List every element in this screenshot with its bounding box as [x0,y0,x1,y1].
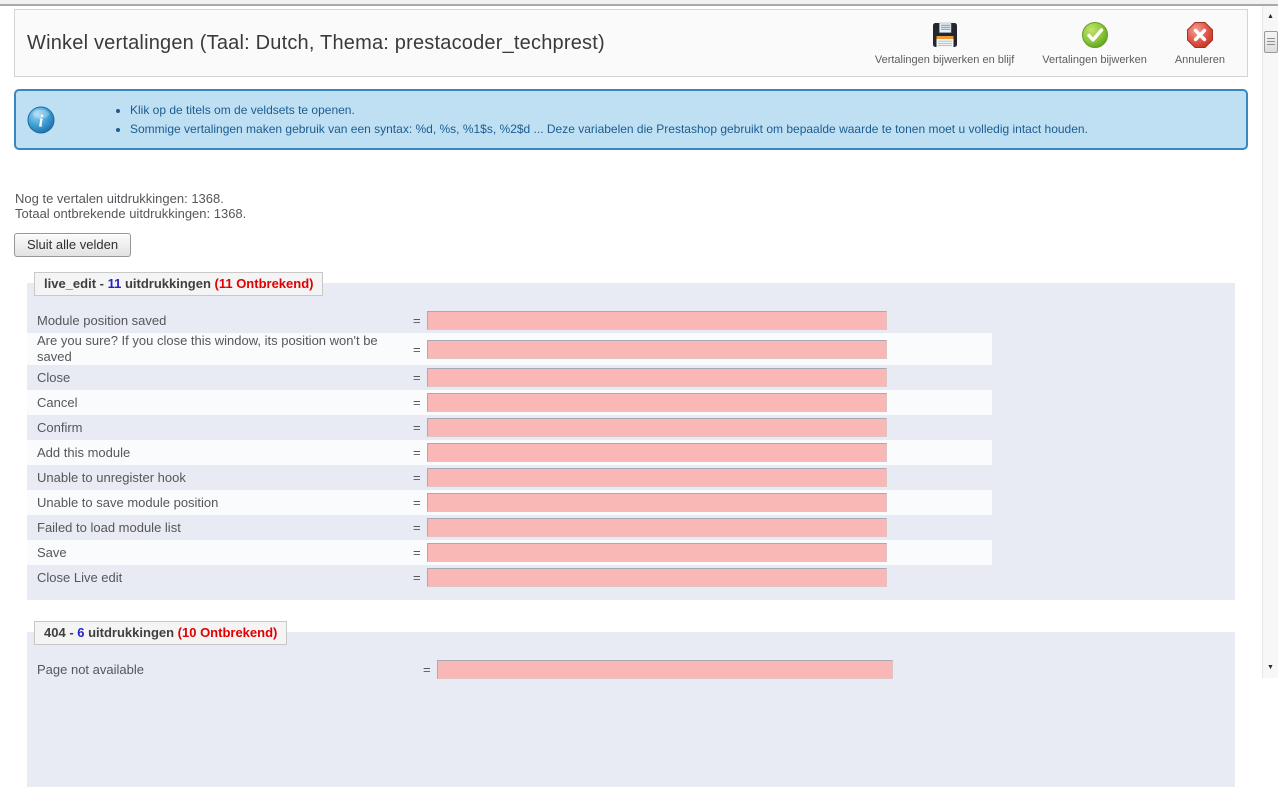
close-all-fields-button[interactable]: Sluit alle velden [14,233,132,257]
equals-sign: = [413,313,421,328]
translation-input[interactable] [427,368,887,387]
translation-input[interactable] [427,568,887,587]
translation-input[interactable] [427,443,887,462]
legend-unit: uitdrukkingen [84,625,178,640]
translation-row: Confirm = [27,415,992,440]
translation-source-label: Failed to load module list [37,519,181,535]
cancel-button[interactable]: Annuleren [1175,20,1225,66]
translation-source-label: Confirm [37,419,83,435]
translation-row: Close = [27,365,992,390]
translation-input[interactable] [427,418,887,437]
equals-sign: = [413,370,421,385]
translation-source-label: Cancel [37,394,78,410]
page-content: Winkel vertalingen (Taal: Dutch, Thema: … [0,9,1262,787]
equals-sign: = [423,662,431,677]
translation-row-list: Page not available = [27,657,1235,682]
translation-row: Module position saved = [27,308,992,333]
cancel-octagon-icon [1185,20,1215,50]
translation-source-label: Close [37,369,71,385]
legend-name: live_edit [44,276,97,291]
legend-missing-count: (11 Ontbrekend) [214,276,314,291]
translation-source-label: Unable to unregister hook [37,469,186,485]
translation-input[interactable] [427,468,887,487]
translation-row-list: Module position saved = Are you sure? If… [27,308,1235,590]
translation-row: Unable to unregister hook = [27,465,992,490]
legend-name: 404 [44,625,66,640]
header-toolbar: Vertalingen bijwerken en blijf Vertaling… [847,20,1225,66]
translation-row: Cancel = [27,390,992,415]
stats-missing-total: Totaal ontbrekende uitdrukkingen: 1368. [15,206,247,221]
translation-input[interactable] [427,493,887,512]
vertical-scrollbar[interactable]: ▲ ▼ [1262,6,1278,678]
fieldset-404-legend[interactable]: 404 - 6 uitdrukkingen (10 Ontbrekend) [34,621,288,645]
translation-row: Page not available = [27,657,992,682]
translation-row: Unable to save module position = [27,490,992,515]
fieldset-404: 404 - 6 uitdrukkingen (10 Ontbrekend) Pa… [27,621,1235,787]
translation-source-label: Save [37,544,67,560]
translation-source-label: Add this module [37,444,131,460]
check-circle-icon [1080,20,1110,50]
info-bullet: Klik op de titels om de veldsets te open… [130,101,1088,120]
translation-source-label: Close Live edit [37,569,123,585]
equals-sign: = [413,520,421,535]
save-button[interactable]: Vertalingen bijwerken [1042,20,1147,66]
translation-row: Failed to load module list = [27,515,992,540]
equals-sign: = [413,395,421,410]
equals-sign: = [413,445,421,460]
svg-text:i: i [39,111,44,130]
stats-remaining: Nog te vertalen uitdrukkingen: 1368. [15,191,224,206]
cancel-label: Annuleren [1174,54,1225,66]
floppy-disk-icon [930,20,960,50]
translation-row: Are you sure? If you close this window, … [27,333,992,365]
translation-input[interactable] [427,393,887,412]
legend-separator: - [65,625,78,640]
translation-source-label: Unable to save module position [37,494,219,510]
translation-input[interactable] [427,518,887,537]
info-bullet: Sommige vertalingen maken gebruik van ee… [130,120,1088,139]
translation-source-label: Are you sure? If you close this window, … [37,333,378,364]
info-box: i Klik op de titels om de veldsets te op… [14,89,1248,150]
header-panel: Winkel vertalingen (Taal: Dutch, Thema: … [14,9,1248,77]
legend-unit: uitdrukkingen [121,276,215,291]
equals-sign: = [413,570,421,585]
page-title: Winkel vertalingen (Taal: Dutch, Thema: … [27,31,605,54]
info-icon: i [26,105,56,135]
equals-sign: = [413,341,421,357]
save-and-stay-label: Vertalingen bijwerken en blijf [874,54,1015,66]
translation-stats: Nog te vertalen uitdrukkingen: 1368. Tot… [15,192,1262,221]
translation-row: Save = [27,540,992,565]
scrollbar-thumb[interactable] [1263,31,1278,53]
legend-count: 11 [107,276,122,291]
fieldset-live-edit-legend[interactable]: live_edit - 11 uitdrukkingen (11 Ontbrek… [34,272,324,296]
save-and-stay-button[interactable]: Vertalingen bijwerken en blijf [875,20,1014,66]
equals-sign: = [413,420,421,435]
window-top-edge [0,0,1278,6]
translation-row: Close Live edit = [27,565,992,590]
translation-source-label: Module position saved [37,312,167,328]
equals-sign: = [413,470,421,485]
translation-input[interactable] [427,311,887,330]
translation-input[interactable] [427,339,887,359]
fieldset-live-edit: live_edit - 11 uitdrukkingen (11 Ontbrek… [27,272,1235,600]
equals-sign: = [413,495,421,510]
legend-separator: - [96,276,108,291]
translation-input[interactable] [427,543,887,562]
scroll-up-arrow[interactable]: ▲ [1263,9,1278,23]
scroll-down-arrow[interactable]: ▼ [1263,660,1278,674]
translation-source-label: Page not available [37,661,144,677]
translation-row: Add this module = [27,440,992,465]
save-label: Vertalingen bijwerken [1042,54,1147,66]
equals-sign: = [413,545,421,560]
legend-missing-count: (10 Ontbrekend) [177,625,278,640]
translation-input[interactable] [437,660,893,679]
legend-count: 6 [77,625,85,640]
info-bullet-list: Klik op de titels om de veldsets te open… [114,101,1100,139]
